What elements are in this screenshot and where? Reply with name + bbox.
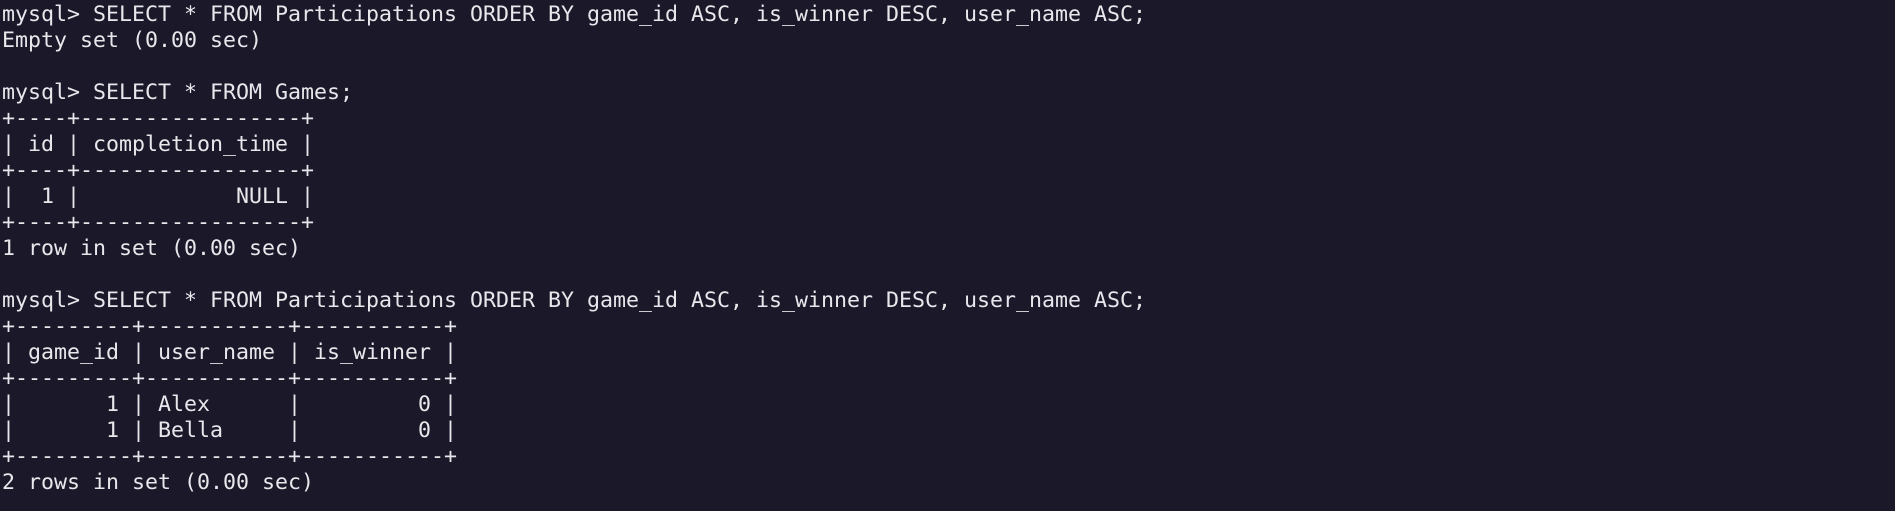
query-2-command: mysql> SELECT * FROM Games; xyxy=(2,80,354,105)
table-row: | 1 | NULL | xyxy=(2,184,315,209)
table-border: +---------+-----------+-----------+ xyxy=(2,444,458,469)
query-2-result-status: 1 row in set (0.00 sec) xyxy=(2,236,302,261)
query-3-result-status: 2 rows in set (0.00 sec) xyxy=(2,470,315,495)
table-row: | 1 | Alex | 0 | xyxy=(2,392,458,417)
terminal-window[interactable]: mysql> SELECT * FROM Participations ORDE… xyxy=(0,0,1895,511)
query-1-result-status: Empty set (0.00 sec) xyxy=(2,28,263,53)
table-border: +---------+-----------+-----------+ xyxy=(2,314,458,339)
query-3-command: mysql> SELECT * FROM Participations ORDE… xyxy=(2,288,1147,313)
table-border: +----+-----------------+ xyxy=(2,210,315,235)
table-border: +----+-----------------+ xyxy=(2,106,315,131)
table-row: | 1 | Bella | 0 | xyxy=(2,418,458,443)
table-header-row: | id | completion_time | xyxy=(2,132,315,157)
table-header-row: | game_id | user_name | is_winner | xyxy=(2,340,458,365)
table-border: +----+-----------------+ xyxy=(2,158,315,183)
query-1-command: mysql> SELECT * FROM Participations ORDE… xyxy=(2,2,1147,27)
table-border: +---------+-----------+-----------+ xyxy=(2,366,458,391)
